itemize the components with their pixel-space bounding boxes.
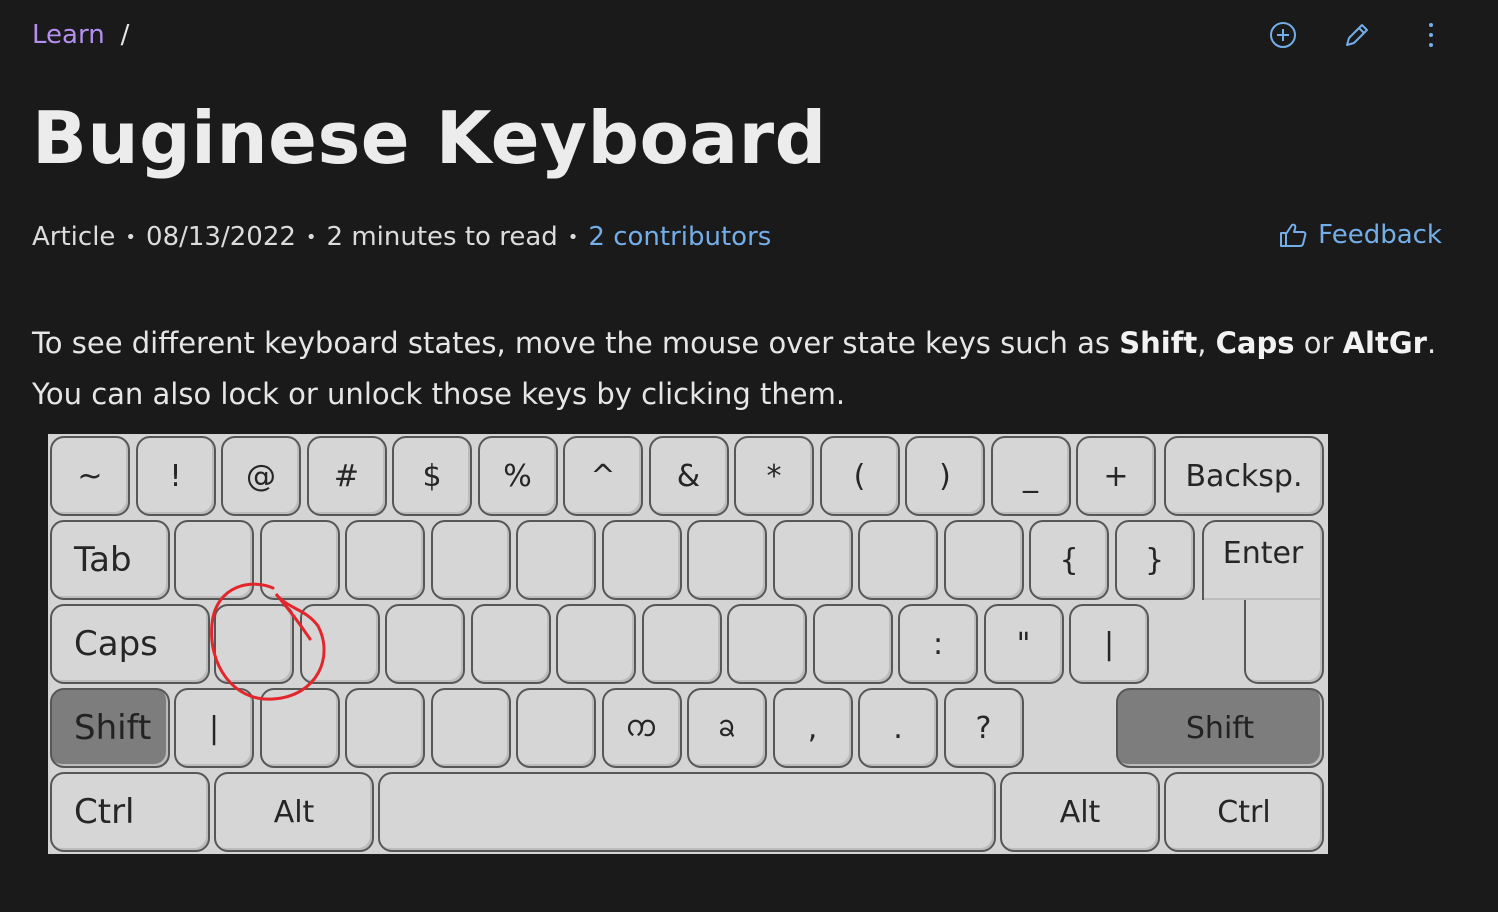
key-row4-2[interactable] (259, 688, 340, 768)
add-circle-icon (1270, 22, 1296, 48)
key-row1-13[interactable]: + (1076, 436, 1156, 516)
keyboard-image: ~! @ # $% ^ & *() _ + Backsp. Tab {} Enter Caps … (48, 434, 1328, 854)
feedback-label: Feedback (1318, 220, 1442, 250)
key-row3-4[interactable] (470, 604, 551, 684)
key-row4-10[interactable]: ? (943, 688, 1024, 768)
key-row1-3[interactable]: @ (221, 436, 301, 516)
meta-dot: • (125, 226, 137, 248)
more-options-button[interactable] (1414, 18, 1448, 52)
key-row2-1[interactable] (174, 520, 254, 600)
key-row3-10[interactable]: " (983, 604, 1064, 684)
key-row1-12[interactable]: _ (990, 436, 1071, 516)
key-row2-12[interactable]: } (1114, 520, 1195, 600)
intro-shift: Shift (1119, 326, 1198, 360)
key-row4-5[interactable] (516, 688, 596, 768)
intro-comma: , (1197, 326, 1216, 360)
key-row3-3[interactable] (385, 604, 465, 684)
key-row2-5[interactable] (516, 520, 596, 600)
add-button[interactable] (1266, 18, 1300, 52)
key-row4-8[interactable]: , (772, 688, 853, 768)
key-backspace[interactable]: Backsp. (1164, 436, 1324, 516)
breadcrumb: Learn / (32, 20, 129, 50)
intro-altgr: AltGr (1342, 326, 1427, 360)
intro-caps: Caps (1215, 326, 1295, 360)
key-row3-2[interactable] (299, 604, 380, 684)
key-row2-2[interactable] (259, 520, 340, 600)
breadcrumb-learn-link[interactable]: Learn (32, 20, 105, 50)
edit-button[interactable] (1340, 18, 1374, 52)
article-type: Article (32, 222, 116, 252)
key-row4-3[interactable] (345, 688, 425, 768)
key-shift-left[interactable]: Shift (50, 688, 170, 768)
key-row1-8[interactable]: & (648, 436, 729, 516)
key-row4-7[interactable]: ᨡ (687, 688, 767, 768)
key-enter[interactable]: Enter (1202, 520, 1324, 600)
key-row2-3[interactable] (345, 520, 425, 600)
article-meta: Article • 08/13/2022 • 2 minutes to read… (32, 222, 771, 252)
key-row3-9[interactable]: : (898, 604, 978, 684)
key-ctrl-left[interactable]: Ctrl (50, 772, 210, 852)
key-row2-6[interactable] (601, 520, 682, 600)
key-row3-7[interactable] (727, 604, 807, 684)
key-row1-6[interactable]: % (477, 436, 558, 516)
key-row1-2[interactable]: ! (135, 436, 216, 516)
key-row2-9[interactable] (858, 520, 938, 600)
key-row3-8[interactable] (812, 604, 893, 684)
key-row4-4[interactable] (430, 688, 511, 768)
intro-text-1: To see different keyboard states, move t… (32, 326, 1120, 360)
contributors-link[interactable]: 2 contributors (588, 222, 771, 252)
key-row2-8[interactable] (772, 520, 853, 600)
page-actions (1266, 18, 1448, 52)
key-row2-10[interactable] (943, 520, 1024, 600)
key-row1-5[interactable]: $ (392, 436, 472, 516)
intro-paragraph: To see different keyboard states, move t… (32, 318, 1452, 420)
pencil-icon (1346, 24, 1368, 46)
key-tab[interactable]: Tab (50, 520, 170, 600)
key-row3-5[interactable] (556, 604, 636, 684)
key-row3-1[interactable] (214, 604, 294, 684)
key-row1-11[interactable]: ) (905, 436, 985, 516)
key-row2-11[interactable]: { (1029, 520, 1109, 600)
key-row1-4[interactable]: # (306, 436, 387, 516)
key-row3-6[interactable] (641, 604, 722, 684)
breadcrumb-separator: / (120, 20, 130, 50)
key-shift-right[interactable]: Shift (1116, 688, 1324, 768)
key-row1-1[interactable]: ~ (50, 436, 130, 516)
key-row2-4[interactable] (430, 520, 511, 600)
more-vertical-icon (1429, 23, 1433, 47)
key-row2-7[interactable] (687, 520, 767, 600)
key-row3-11[interactable]: | (1069, 604, 1149, 684)
key-alt-left[interactable]: Alt (214, 772, 374, 852)
key-alt-right[interactable]: Alt (1000, 772, 1160, 852)
intro-or: or (1294, 326, 1343, 360)
key-row1-10[interactable]: ( (819, 436, 900, 516)
meta-dot: • (567, 226, 579, 248)
key-row4-1[interactable]: | (174, 688, 254, 768)
key-row4-9[interactable]: . (858, 688, 938, 768)
page-title: Buginese Keyboard (32, 96, 827, 180)
thumbs-up-icon (1280, 223, 1307, 247)
article-date: 08/13/2022 (146, 222, 296, 252)
key-caps[interactable]: Caps (50, 604, 210, 684)
meta-dot: • (305, 226, 317, 248)
key-ctrl-right[interactable]: Ctrl (1164, 772, 1324, 852)
key-row1-9[interactable]: * (734, 436, 814, 516)
key-row1-7[interactable]: ^ (563, 436, 643, 516)
key-row4-6[interactable]: ᨠ (601, 688, 682, 768)
feedback-button[interactable]: Feedback (1278, 220, 1442, 250)
key-space[interactable] (378, 772, 996, 852)
read-time: 2 minutes to read (326, 222, 558, 252)
